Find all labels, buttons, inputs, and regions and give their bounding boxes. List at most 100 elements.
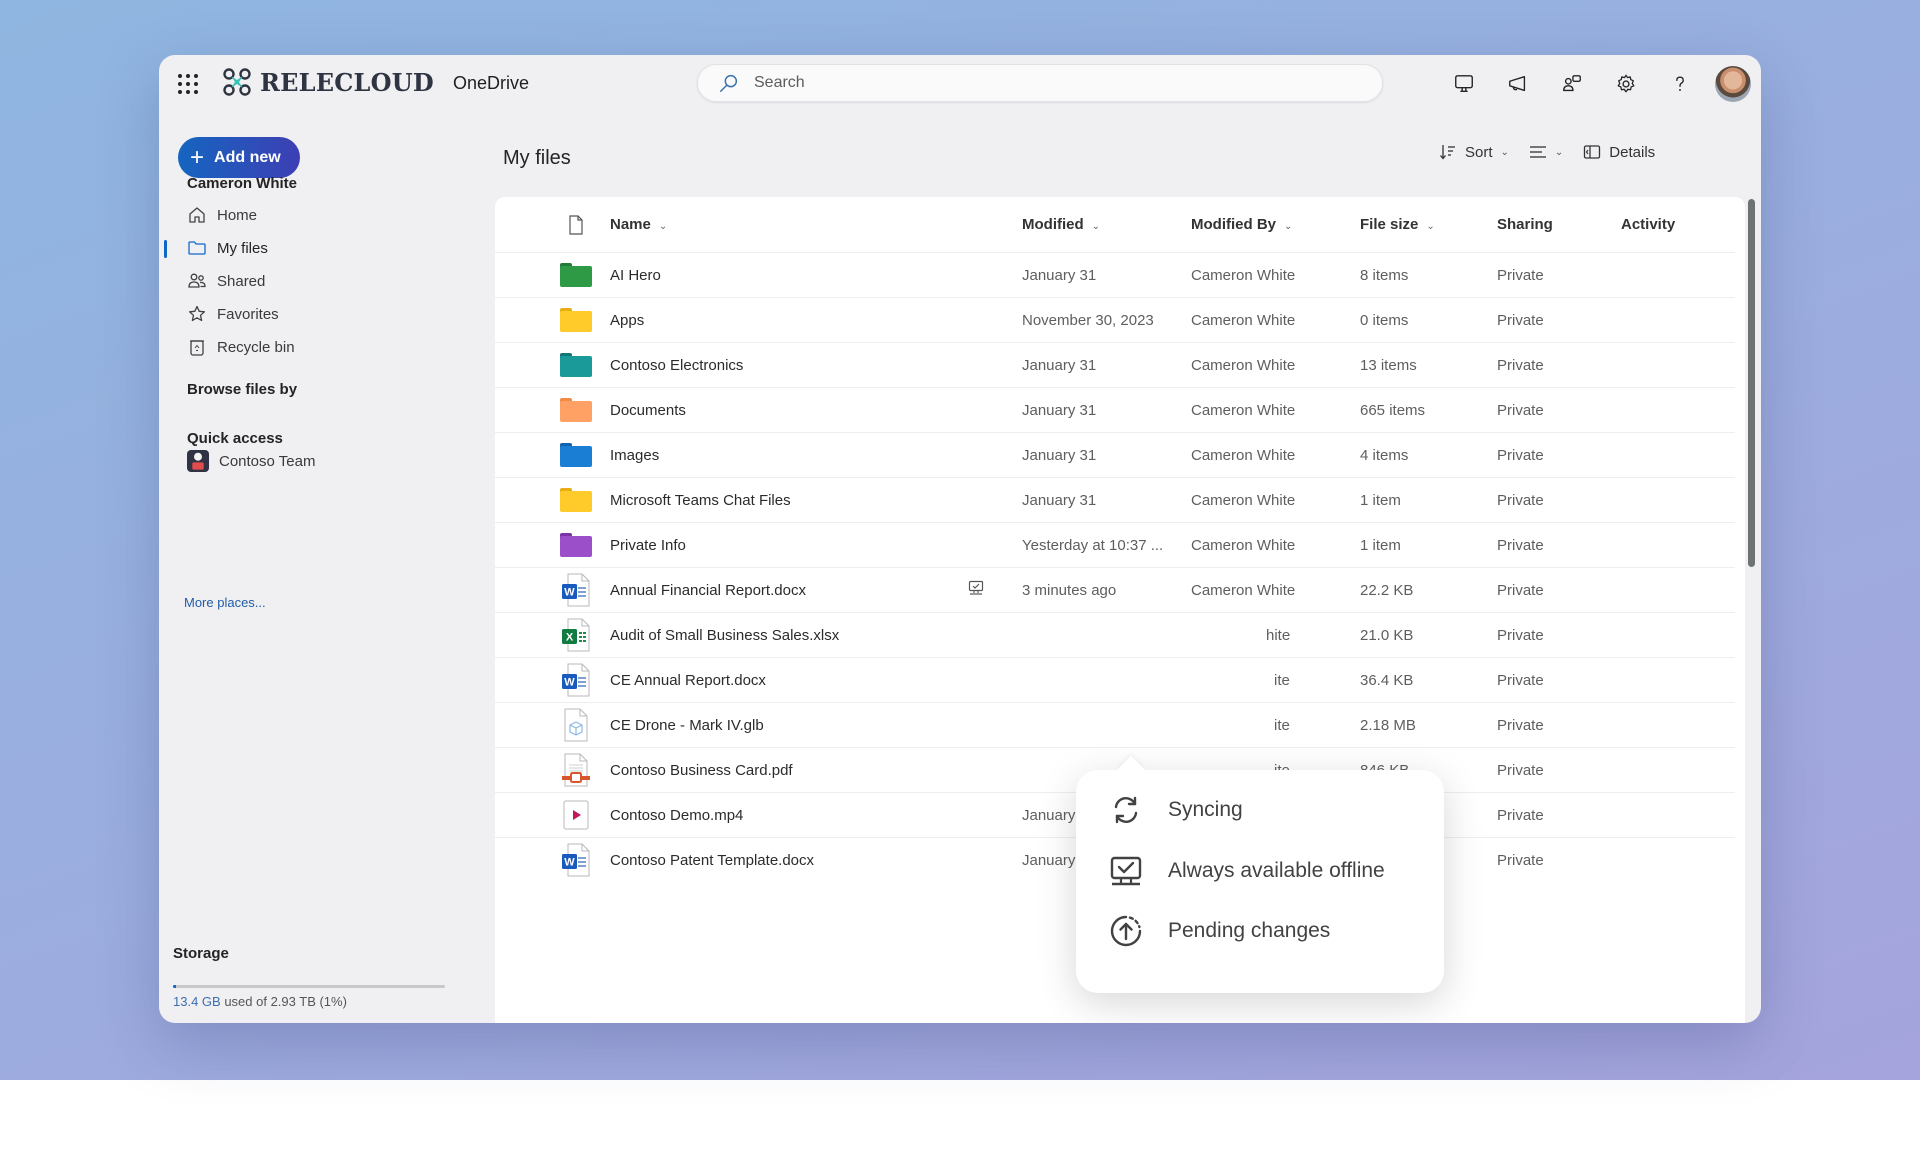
file-name[interactable]: Audit of Small Business Sales.xlsx	[610, 627, 839, 644]
table-row[interactable]: X Audit of Small Business Sales.xlsx hite 2…	[495, 612, 1735, 657]
file-type-icon	[559, 798, 593, 832]
sync-icon	[1114, 796, 1138, 824]
column-label: Name	[610, 216, 651, 233]
sharing-status[interactable]: Private	[1497, 447, 1544, 464]
sidebar-item-label: Recycle bin	[217, 338, 295, 356]
storage-progress-fill	[173, 985, 176, 988]
settings-button[interactable]	[1599, 57, 1653, 111]
sidebar-item-home[interactable]: Home	[187, 199, 257, 231]
app-name[interactable]: OneDrive	[453, 73, 529, 94]
sharing-status[interactable]: Private	[1497, 627, 1544, 644]
column-header-sharing[interactable]: Sharing	[1497, 216, 1553, 233]
file-name[interactable]: Apps	[610, 312, 644, 329]
page-title: My files	[503, 147, 571, 169]
sidebar-item-recycle-bin[interactable]: Recycle bin	[187, 331, 295, 363]
add-new-button[interactable]: + Add new	[178, 137, 300, 178]
search-input[interactable]	[754, 74, 1314, 92]
sort-button[interactable]: Sort ⌄	[1439, 143, 1509, 161]
popover-item-syncing[interactable]: Syncing	[1108, 792, 1243, 828]
file-list-scrollbar[interactable]	[1748, 199, 1756, 1023]
sharing-status[interactable]: Private	[1497, 492, 1544, 509]
file-name[interactable]: CE Annual Report.docx	[610, 672, 766, 689]
column-header-file-size[interactable]: File size ⌄	[1360, 216, 1435, 233]
file-name[interactable]: Private Info	[610, 537, 686, 554]
column-header-name[interactable]: Name ⌄	[610, 216, 667, 233]
file-type-icon	[559, 708, 593, 742]
storage-title: Storage	[173, 945, 229, 962]
announcements-button[interactable]	[1491, 57, 1545, 111]
megaphone-icon	[1509, 75, 1526, 92]
popover-item-always-available-offline[interactable]: Always available offline	[1108, 853, 1385, 889]
sync-status-button[interactable]	[968, 580, 984, 600]
file-name[interactable]: Contoso Electronics	[610, 357, 743, 374]
feedback-button[interactable]	[1545, 57, 1599, 111]
sidebar-item-my-files[interactable]: My files	[187, 232, 268, 264]
avatar[interactable]	[1715, 66, 1751, 102]
word-file-icon: W	[562, 843, 590, 877]
file-name[interactable]: Contoso Demo.mp4	[610, 807, 743, 824]
file-name[interactable]: Documents	[610, 402, 686, 419]
sharing-status[interactable]: Private	[1497, 357, 1544, 374]
sharing-status[interactable]: Private	[1497, 582, 1544, 599]
sharing-status[interactable]: Private	[1497, 672, 1544, 689]
recycle-bin-icon	[190, 340, 204, 356]
table-row[interactable]: Microsoft Teams Chat Files January 31 Came…	[495, 477, 1735, 522]
monitor-button[interactable]	[1437, 57, 1491, 111]
sidebar-item-favorites[interactable]: Favorites	[187, 298, 279, 330]
brand-logo[interactable]: RELECLOUD	[222, 67, 434, 97]
sharing-status[interactable]: Private	[1497, 537, 1544, 554]
browse-files-by-heading[interactable]: Browse files by	[187, 381, 297, 398]
table-row[interactable]: W CE Annual Report.docx ite 36.4 KB Private	[495, 657, 1735, 702]
table-row[interactable]: Private Info Yesterday at 10:37 ... Camero…	[495, 522, 1735, 567]
modified-by: Cameron White	[1191, 446, 1296, 464]
table-row[interactable]: Contoso Electronics January 31 Cameron Whi…	[495, 342, 1735, 387]
table-row[interactable]: Apps November 30, 2023 Cameron White 0 item…	[495, 297, 1735, 342]
file-type-icon	[559, 528, 593, 562]
file-name[interactable]: AI Hero	[610, 267, 661, 284]
file-name[interactable]: Contoso Patent Template.docx	[610, 852, 814, 869]
quick-access-item-contoso-team[interactable]: Contoso Team	[187, 445, 315, 477]
sharing-status[interactable]: Private	[1497, 762, 1544, 779]
column-header-modified[interactable]: Modified ⌄	[1022, 216, 1100, 233]
details-button[interactable]: Details	[1583, 143, 1655, 161]
column-header-activity[interactable]: Activity	[1621, 216, 1675, 233]
list-view-icon	[1529, 146, 1546, 158]
sharing-status[interactable]: Private	[1497, 312, 1544, 329]
file-type-icon	[559, 393, 593, 427]
file-name[interactable]: CE Drone - Mark IV.glb	[610, 717, 764, 734]
search-box[interactable]	[697, 64, 1383, 102]
table-row[interactable]: AI Hero January 31 Cameron White 8 items Pri…	[495, 252, 1735, 297]
file-type-column-header[interactable]	[559, 208, 593, 242]
file-size: 1 item	[1360, 536, 1401, 554]
search-icon	[720, 74, 738, 92]
help-button[interactable]	[1653, 57, 1707, 111]
table-row[interactable]: W Annual Financial Report.docx 3 minutes a…	[495, 567, 1735, 612]
waffle-icon[interactable]	[175, 71, 201, 97]
file-name[interactable]: Annual Financial Report.docx	[610, 582, 806, 599]
popover-item-pending-changes[interactable]: Pending changes	[1108, 913, 1330, 949]
file-name[interactable]: Microsoft Teams Chat Files	[610, 492, 791, 509]
sharing-status[interactable]: Private	[1497, 852, 1544, 869]
table-row[interactable]: CE Drone - Mark IV.glb ite 2.18 MB Private	[495, 702, 1735, 747]
table-row[interactable]: Documents January 31 Cameron White 665 item…	[495, 387, 1735, 432]
modified-date: Yesterday at 10:37 ...	[1022, 536, 1164, 554]
column-header-modified-by[interactable]: Modified By ⌄	[1191, 216, 1292, 233]
sharing-status[interactable]: Private	[1497, 402, 1544, 419]
sidebar-item-label: Shared	[217, 272, 266, 290]
file-name[interactable]: Images	[610, 447, 659, 464]
file-size: 36.4 KB	[1360, 671, 1414, 689]
sharing-status[interactable]: Private	[1497, 717, 1544, 734]
brand-name: RELECLOUD	[260, 67, 434, 97]
sidebar-item-shared[interactable]: Shared	[187, 265, 265, 297]
star-icon	[188, 305, 206, 322]
more-places-link[interactable]: More places...	[184, 595, 266, 610]
sharing-status[interactable]: Private	[1497, 267, 1544, 284]
storage-usage-text[interactable]: 13.4 GB used of 2.93 TB (1%)	[173, 994, 347, 1009]
sharing-status[interactable]: Private	[1497, 807, 1544, 824]
file-size: 665 items	[1360, 401, 1426, 419]
scrollbar-thumb[interactable]	[1748, 199, 1755, 567]
view-options-button[interactable]: ⌄	[1529, 143, 1563, 161]
table-row[interactable]: Images January 31 Cameron White 4 items Priv…	[495, 432, 1735, 477]
file-type-icon: X	[559, 618, 593, 652]
file-name[interactable]: Contoso Business Card.pdf	[610, 762, 793, 779]
